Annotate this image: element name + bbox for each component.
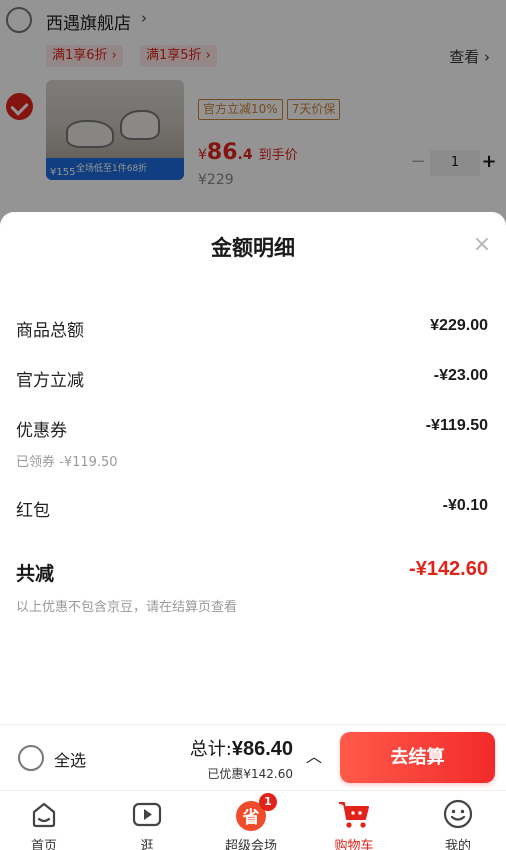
close-icon[interactable]: × (470, 233, 494, 257)
notification-badge: 1 (259, 793, 277, 811)
line-label-coupon: 优惠券 (16, 421, 67, 441)
line-label-official: 官方立减 (16, 371, 84, 391)
amount-detail-sheet: 金额明细 × 商品总额 ¥229.00 官方立减 -¥23.00 优惠券 -¥1… (0, 212, 506, 724)
tab-label: 逛 (140, 839, 154, 850)
smile-icon (443, 799, 473, 829)
total-price: 总计:¥86.40 (190, 735, 293, 761)
disclaimer-text: 以上优惠不包含京豆，请在结算页查看 (16, 600, 238, 615)
tab-super-venue[interactable]: 省 1 超级会场 (201, 791, 301, 850)
coupon-note: 已领券 -¥119.50 (16, 455, 118, 470)
tab-label: 首页 (30, 839, 57, 850)
modal-overlay[interactable] (0, 0, 506, 230)
sheng-glyph: 省 (242, 807, 260, 828)
total-discount-value: -¥142.60 (409, 558, 488, 580)
cart-background: 西遇旗舰店 › 满1享6折 › 满1享5折 › 查看 › 全场低至1件68折 ¥… (0, 0, 506, 230)
select-all-label[interactable]: 全选 (54, 747, 86, 771)
cart-icon (339, 802, 369, 828)
saved-amount: 已优惠¥142.60 (207, 767, 293, 781)
line-value-redpacket: -¥0.10 (442, 497, 488, 514)
tab-home[interactable]: 首页 (0, 791, 94, 850)
checkout-button[interactable]: 去结算 (340, 732, 495, 783)
total-discount-label: 共减 (16, 563, 55, 585)
checkout-bar: 全选 总计:¥86.40 已优惠¥142.60 ︿ 去结算 (0, 724, 506, 790)
tab-label: 我的 (444, 839, 471, 850)
page: 西遇旗舰店 › 满1享6折 › 满1享5折 › 查看 › 全场低至1件68折 ¥… (0, 0, 506, 850)
tab-mine[interactable]: 我的 (408, 791, 506, 850)
total-prefix: 总计: (189, 739, 232, 760)
total-amount: ¥86.40 (231, 738, 293, 760)
tab-cart[interactable]: 购物车 (304, 791, 404, 850)
line-label-total: 商品总额 (16, 321, 84, 341)
line-value-coupon: -¥119.50 (425, 417, 488, 434)
line-value-official: -¥23.00 (433, 367, 488, 384)
tab-browse[interactable]: 逛 (97, 791, 197, 850)
chevron-up-icon[interactable]: ︿ (306, 743, 322, 767)
bottom-tab-bar: 首页 逛 省 1 超级会场 购物车 我的 (0, 790, 506, 850)
tab-label: 超级会场 (224, 839, 277, 850)
tab-label: 购物车 (334, 839, 374, 850)
sheet-title: 金额明细 (211, 236, 295, 260)
play-icon (132, 802, 162, 827)
home-icon (32, 802, 56, 828)
line-value-total: ¥229.00 (430, 317, 488, 334)
line-label-redpacket: 红包 (16, 501, 50, 521)
select-all-checkbox[interactable] (18, 745, 44, 771)
